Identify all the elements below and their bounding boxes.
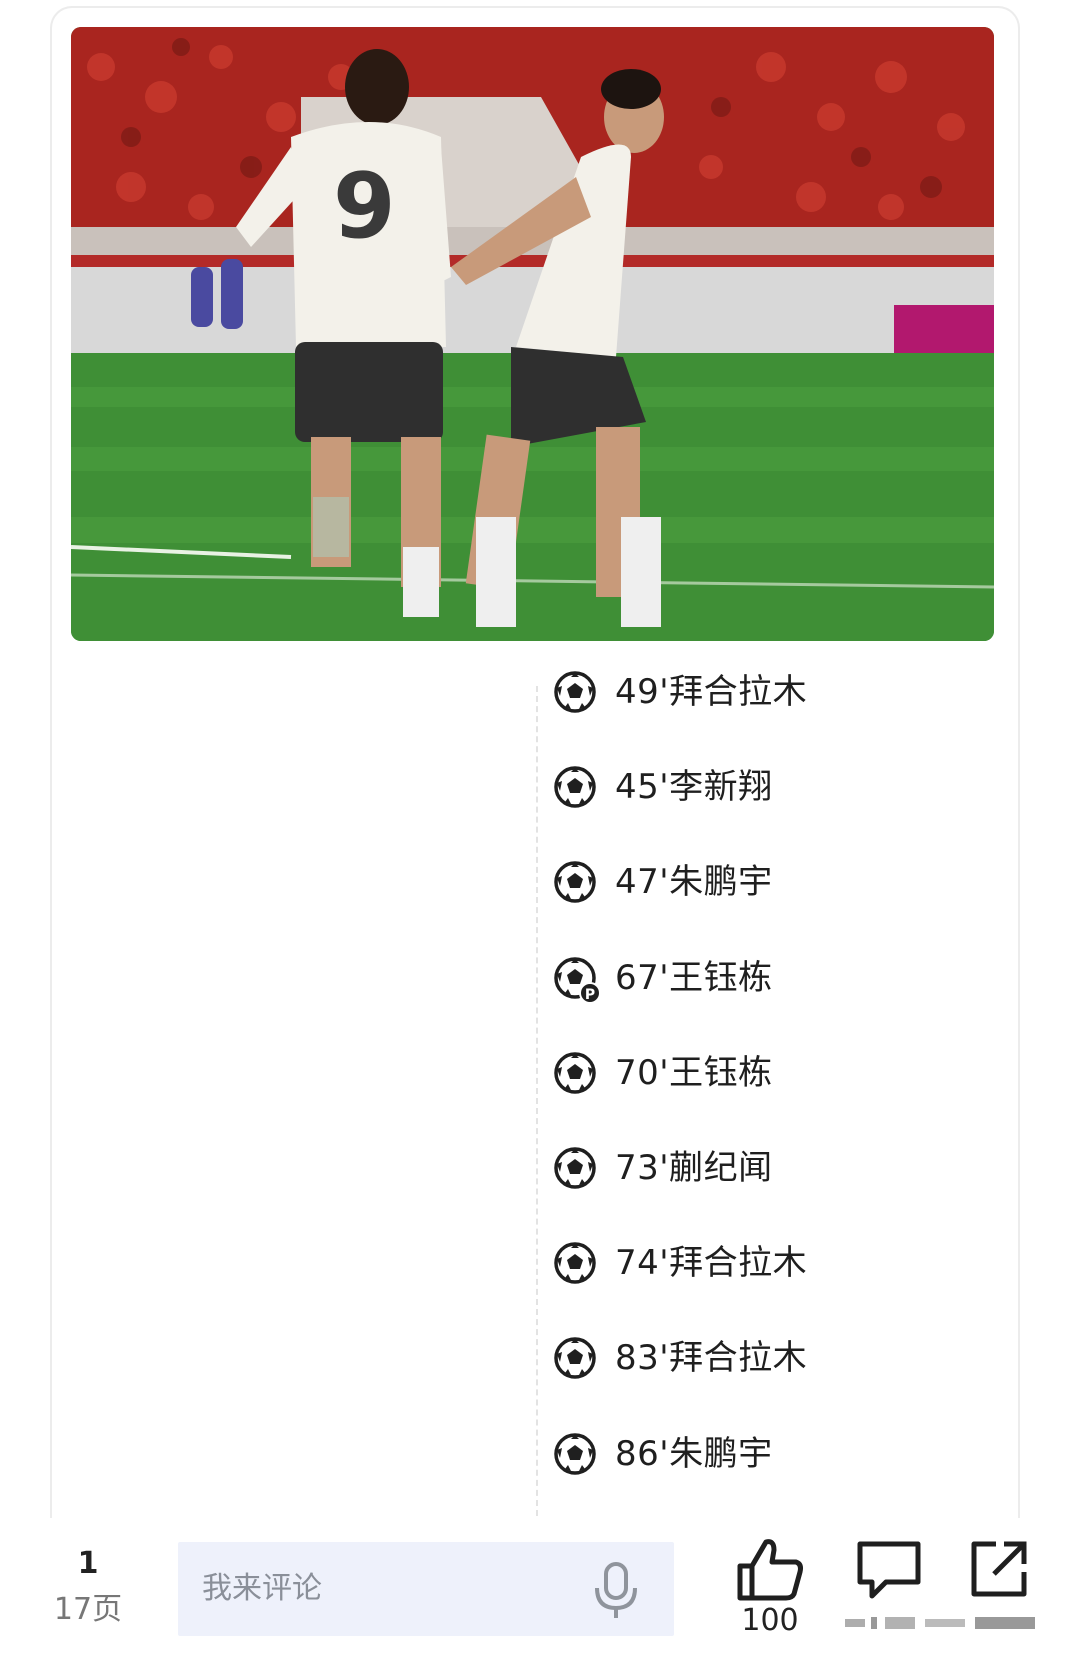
goal-item: 74'拜合拉木 (553, 1241, 807, 1336)
goal-item: 86'朱鹏宇 (553, 1432, 807, 1527)
goal-item: 70'王钰栋 (553, 1051, 807, 1146)
like-count: 100 (741, 1603, 799, 1638)
soccer-ball-icon (553, 765, 597, 809)
comment-icon[interactable] (856, 1540, 922, 1600)
soccer-ball-icon (553, 670, 597, 714)
goal-text: 70'王钰栋 (615, 1052, 773, 1093)
soccer-ball-icon (553, 1241, 597, 1285)
watermark-strip (845, 1614, 1045, 1629)
bottom-action-bar: 1 17页 我来评论 100 (0, 1518, 1080, 1676)
match-photo[interactable]: 9 (71, 27, 994, 641)
soccer-ball-icon (553, 1051, 597, 1095)
soccer-ball-icon (553, 1146, 597, 1190)
goal-text: 86'朱鹏宇 (615, 1433, 773, 1474)
goal-item: 49'拜合拉木 (553, 670, 807, 765)
goal-item: 73'蒯纪闻 (553, 1146, 807, 1241)
goal-item: P 67'王钰栋 (553, 956, 807, 1051)
comment-placeholder: 我来评论 (202, 1571, 322, 1606)
soccer-ball-penalty-icon: P (553, 956, 601, 1004)
goal-item: 47'朱鹏宇 (553, 860, 807, 955)
goal-text: 47'朱鹏宇 (615, 862, 773, 903)
goal-list: 49'拜合拉木 45'李新翔 47'朱鹏宇 P 67'王钰栋 70'王钰栋 73… (553, 670, 807, 1527)
comment-input[interactable]: 我来评论 (178, 1542, 674, 1636)
like-button[interactable]: 100 (730, 1536, 810, 1638)
page-current: 1 (77, 1546, 99, 1581)
goal-text: 74'拜合拉木 (615, 1243, 808, 1284)
soccer-ball-icon (553, 860, 597, 904)
share-icon[interactable] (968, 1538, 1030, 1600)
goal-text: 49'拜合拉木 (615, 672, 808, 712)
penalty-badge: P (579, 981, 601, 1004)
page-total: 17页 (53, 1592, 123, 1627)
timeline-divider (536, 686, 538, 1516)
goal-text: 73'蒯纪闻 (615, 1147, 773, 1188)
goal-text: 83'拜合拉木 (615, 1338, 808, 1379)
soccer-ball-icon (553, 1432, 597, 1476)
microphone-icon[interactable] (588, 1560, 644, 1622)
goal-item: 83'拜合拉木 (553, 1336, 807, 1431)
soccer-ball-icon (553, 1336, 597, 1380)
goal-text: 67'王钰栋 (615, 957, 773, 998)
page-indicator[interactable]: 1 17页 (48, 1546, 128, 1630)
jersey-number: 9 (333, 154, 396, 259)
goal-text: 45'李新翔 (615, 767, 773, 808)
goal-item: 45'李新翔 (553, 765, 807, 860)
